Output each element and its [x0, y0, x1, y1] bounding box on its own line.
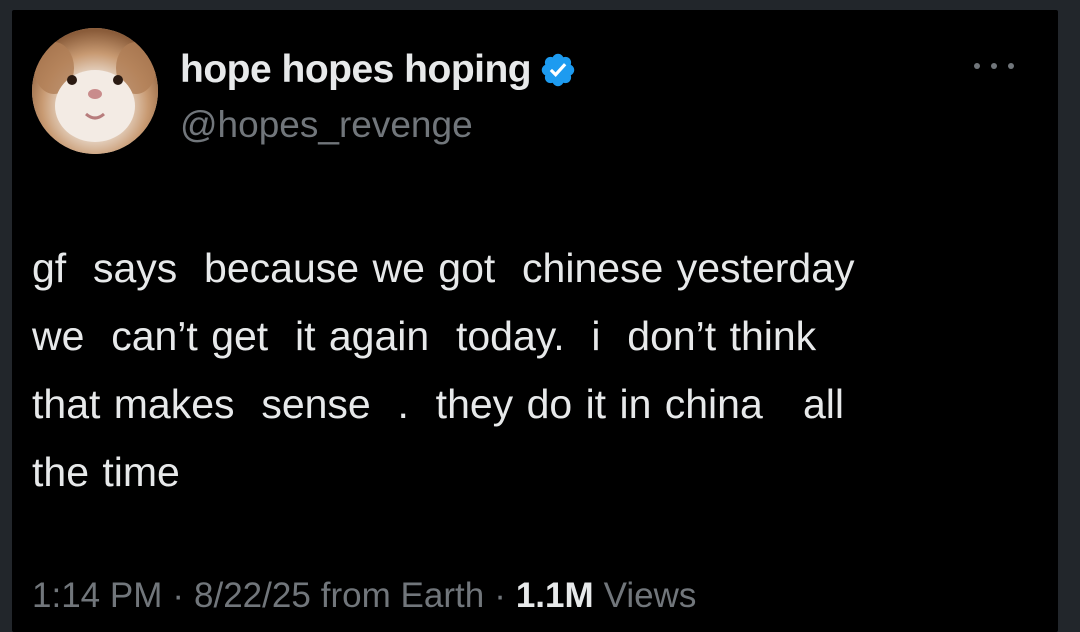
tweet-date[interactable]: 8/22/25: [194, 576, 311, 616]
separator: ·: [172, 576, 185, 615]
separator: ·: [494, 576, 506, 615]
user-handle[interactable]: @hopes_revenge: [180, 104, 473, 146]
tweet-time[interactable]: 1:14 PM: [32, 576, 162, 616]
tweet-text: gf says because we got chinese yesterday…: [32, 245, 855, 495]
more-options-icon[interactable]: [974, 58, 1014, 74]
views-count: 1.1M: [515, 576, 594, 615]
tweet-meta: 1:14 PM · 8/22/25 from Earth · 1.1M View…: [32, 576, 696, 616]
hamster-avatar-icon: [32, 28, 158, 154]
display-name[interactable]: hope hopes hoping: [180, 48, 532, 92]
tweet-source: from Earth: [320, 576, 485, 615]
verified-badge-icon[interactable]: [539, 51, 577, 89]
display-name-row: hope hopes hoping: [180, 48, 577, 92]
tweet-card: hope hopes hoping @hopes_revenge gf says…: [12, 10, 1058, 632]
avatar[interactable]: [32, 28, 158, 154]
dot: [974, 63, 980, 69]
dot: [991, 63, 997, 69]
views-label: Views: [603, 576, 697, 615]
dot: [1008, 63, 1014, 69]
